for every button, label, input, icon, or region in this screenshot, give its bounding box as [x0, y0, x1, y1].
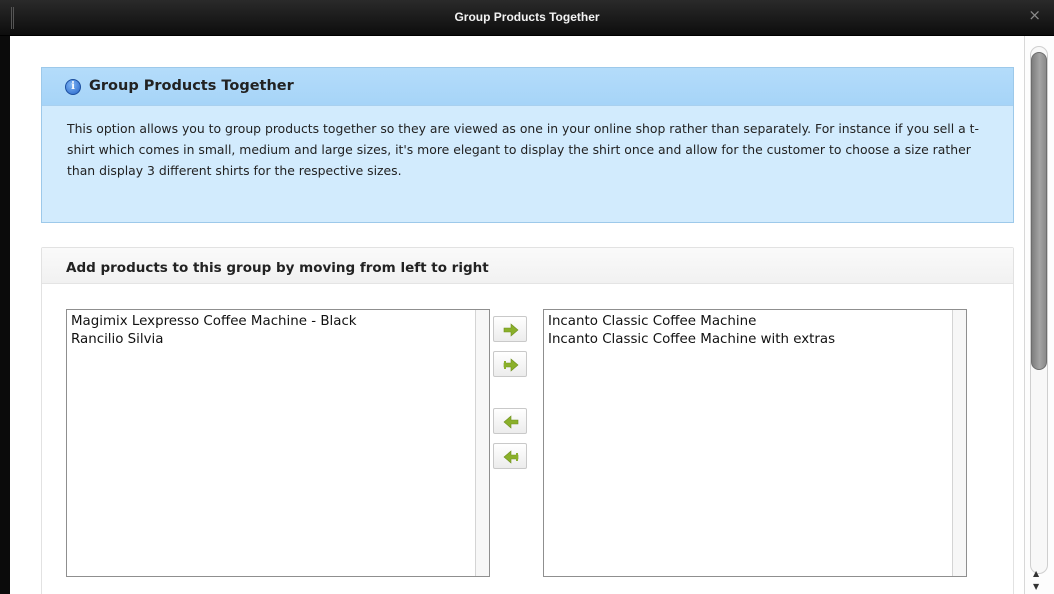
info-panel-title: Group Products Together: [89, 78, 294, 94]
window-title: Group Products Together: [454, 10, 600, 24]
move-left-button[interactable]: [493, 408, 527, 434]
group-panel-header: Add products to this group by moving fro…: [42, 248, 1013, 284]
window-titlebar[interactable]: Group Products Together ×: [0, 0, 1054, 36]
info-panel: i Group Products Together This option al…: [41, 67, 1014, 223]
list-item[interactable]: Incanto Classic Coffee Machine: [548, 313, 966, 331]
dialog-content: i Group Products Together This option al…: [10, 36, 1024, 594]
double-arrow-left-icon: [503, 450, 519, 464]
list-item[interactable]: Incanto Classic Coffee Machine with extr…: [548, 331, 966, 349]
list-scrollbar[interactable]: [952, 310, 966, 576]
move-right-button[interactable]: [493, 316, 527, 342]
double-arrow-right-icon: [503, 358, 519, 372]
scroll-down-icon[interactable]: ▼: [1033, 582, 1039, 591]
arrow-left-icon: [503, 415, 519, 429]
info-panel-header: i Group Products Together: [42, 68, 1013, 106]
info-icon: i: [65, 79, 81, 95]
info-panel-text: This option allows you to group products…: [67, 121, 979, 178]
close-icon[interactable]: ×: [1028, 8, 1041, 23]
group-panel-title: Add products to this group by moving fro…: [66, 260, 489, 276]
selected-products-list[interactable]: Incanto Classic Coffee Machine Incanto C…: [543, 309, 967, 577]
scrollbar-thumb[interactable]: [1031, 52, 1047, 370]
list-item[interactable]: Magimix Lexpresso Coffee Machine - Black: [71, 313, 489, 331]
move-all-left-button[interactable]: [493, 443, 527, 469]
move-all-right-button[interactable]: [493, 351, 527, 377]
window-scrollbar[interactable]: ▲ ▼: [1024, 36, 1054, 594]
list-item[interactable]: Rancilio Silvia: [71, 331, 489, 349]
window-left-edge: [0, 36, 10, 594]
group-panel: Add products to this group by moving fro…: [41, 247, 1014, 594]
list-scrollbar[interactable]: [475, 310, 489, 576]
available-products-list[interactable]: Magimix Lexpresso Coffee Machine - Black…: [66, 309, 490, 577]
arrow-right-icon: [503, 323, 519, 337]
scroll-up-icon[interactable]: ▲: [1033, 569, 1039, 578]
